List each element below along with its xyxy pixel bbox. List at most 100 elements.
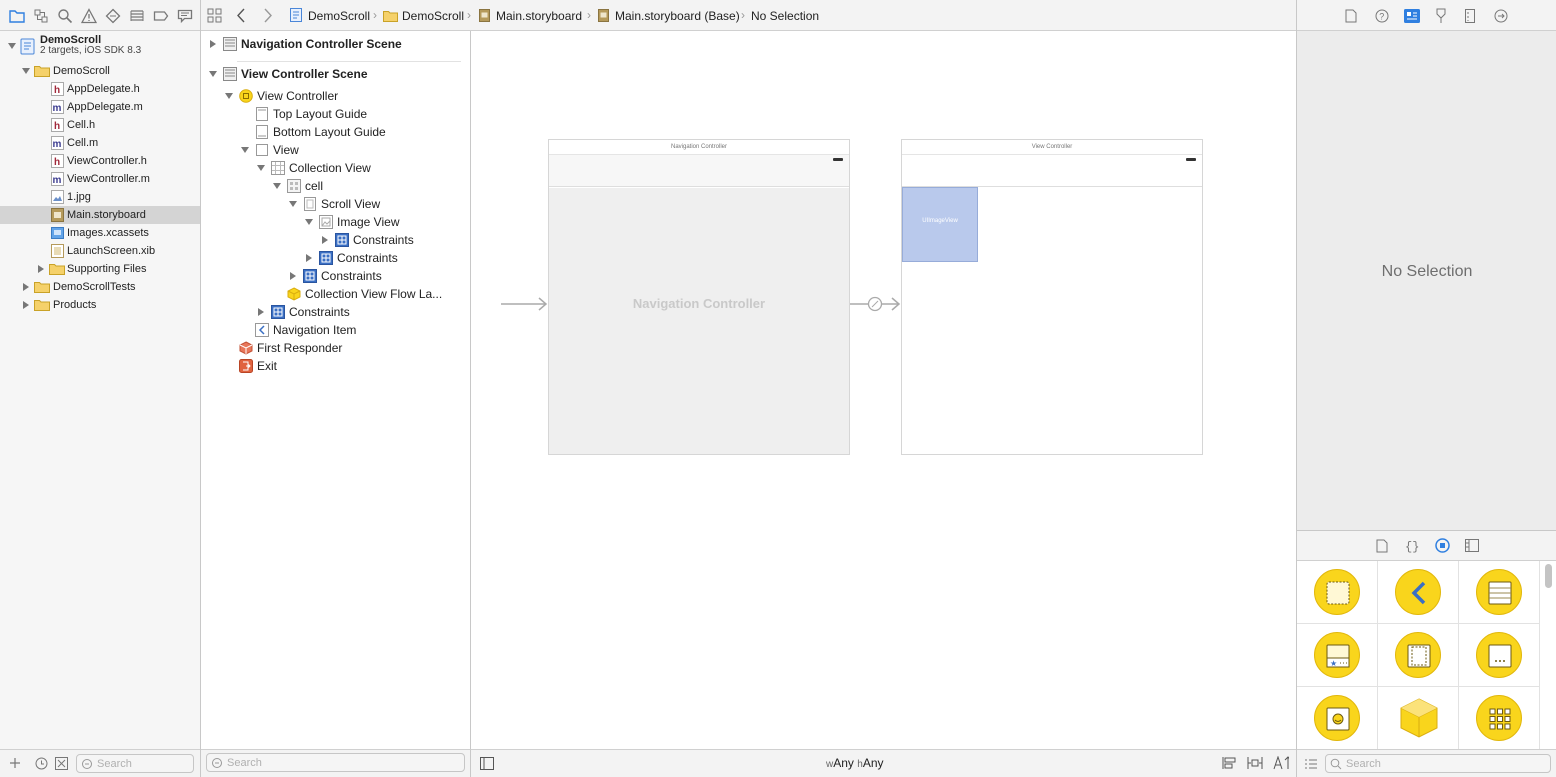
outline-row[interactable]: Image View xyxy=(201,213,469,231)
recent-files-clock-icon[interactable] xyxy=(35,757,48,770)
code-snippet-library-icon[interactable]: {} xyxy=(1405,539,1419,553)
disclosure-open-icon[interactable] xyxy=(257,164,265,172)
back-arrow-icon[interactable] xyxy=(236,8,246,23)
find-navigator-tab-icon[interactable] xyxy=(57,8,73,24)
navigator-search-input[interactable]: Search xyxy=(76,754,194,773)
related-items-grid-icon[interactable] xyxy=(207,8,222,23)
outline-row[interactable]: Constraints xyxy=(201,249,469,267)
toggle-outline-icon[interactable] xyxy=(480,757,494,770)
add-icon[interactable] xyxy=(9,757,21,769)
breakpoint-navigator-tab-icon[interactable] xyxy=(153,8,169,24)
outline-row[interactable]: Collection View xyxy=(201,159,469,177)
size-class-control[interactable]: wAny hAny xyxy=(826,756,884,770)
file-row[interactable]: m AppDelegate.m xyxy=(0,98,200,116)
library-item[interactable] xyxy=(1297,561,1378,624)
outline-row[interactable]: View Controller xyxy=(201,87,469,105)
group-row-products[interactable]: Products xyxy=(0,296,200,314)
file-row-selected[interactable]: Main.storyboard xyxy=(0,206,200,224)
outline-row[interactable]: Bottom Layout Guide xyxy=(201,123,469,141)
project-navigator-tab-icon[interactable] xyxy=(9,8,25,24)
library-item[interactable] xyxy=(1378,624,1459,687)
outline-row[interactable]: Exit xyxy=(201,357,469,375)
outline-scene-row[interactable]: Navigation Controller Scene xyxy=(201,35,469,53)
library-item[interactable]: ★ xyxy=(1297,624,1378,687)
disclosure-open-icon[interactable] xyxy=(273,182,281,190)
object-library-icon[interactable] xyxy=(1435,538,1450,553)
file-template-library-icon[interactable] xyxy=(1376,539,1388,553)
report-navigator-tab-icon[interactable] xyxy=(177,8,193,24)
disclosure-open-icon[interactable] xyxy=(22,67,30,75)
outline-row[interactable]: Navigation Item xyxy=(201,321,469,339)
list-view-toggle-icon[interactable] xyxy=(1305,759,1317,769)
file-inspector-icon[interactable] xyxy=(1345,9,1357,23)
outline-row[interactable]: Collection View Flow La... xyxy=(201,285,469,303)
jumpbar-file[interactable]: Main.storyboard xyxy=(496,9,582,23)
file-row[interactable]: m Cell.m xyxy=(0,134,200,152)
disclosure-closed-icon[interactable] xyxy=(22,301,30,309)
file-row[interactable]: 1.jpg xyxy=(0,188,200,206)
file-row[interactable]: h AppDelegate.h xyxy=(0,80,200,98)
issue-navigator-tab-icon[interactable] xyxy=(81,8,97,24)
disclosure-closed-icon[interactable] xyxy=(321,236,329,244)
disclosure-open-icon[interactable] xyxy=(225,92,233,100)
file-row[interactable]: h Cell.h xyxy=(0,116,200,134)
jumpbar-localization[interactable]: Main.storyboard (Base) xyxy=(615,9,740,23)
storyboard-canvas[interactable]: Navigation Controller Navigation Control… xyxy=(471,31,1296,749)
library-item[interactable] xyxy=(1459,624,1540,687)
outline-row[interactable]: cell xyxy=(201,177,469,195)
file-row[interactable]: h ViewController.h xyxy=(0,152,200,170)
outline-row[interactable]: Top Layout Guide xyxy=(201,105,469,123)
disclosure-closed-icon[interactable] xyxy=(289,272,297,280)
jumpbar-project[interactable]: DemoScroll xyxy=(308,9,370,23)
outline-row[interactable]: Scroll View xyxy=(201,195,469,213)
file-row[interactable]: m ViewController.m xyxy=(0,170,200,188)
forward-arrow-icon[interactable] xyxy=(263,8,273,23)
resolve-auto-layout-icon[interactable] xyxy=(1273,756,1289,770)
disclosure-closed-icon[interactable] xyxy=(257,308,265,316)
quick-help-icon[interactable]: ? xyxy=(1375,9,1389,23)
library-item[interactable] xyxy=(1297,687,1378,750)
pin-icon[interactable] xyxy=(1247,756,1263,770)
image-view-placeholder[interactable]: UIImageView xyxy=(902,187,978,262)
library-item[interactable] xyxy=(1459,687,1540,750)
size-inspector-icon[interactable] xyxy=(1465,9,1475,23)
disclosure-open-icon[interactable] xyxy=(305,218,313,226)
test-navigator-tab-icon[interactable] xyxy=(105,8,121,24)
project-row[interactable]: DemoScroll 2 targets, iOS SDK 8.3 xyxy=(0,32,200,60)
outline-row[interactable]: First Responder xyxy=(201,339,469,357)
outline-search-input[interactable]: Search xyxy=(206,753,465,772)
group-row-demoscroll[interactable]: DemoScroll xyxy=(0,62,200,80)
library-scrollbar[interactable] xyxy=(1545,564,1552,588)
group-row-supporting-files[interactable]: Supporting Files xyxy=(0,260,200,278)
navigation-controller-scene[interactable]: Navigation Controller Navigation Control… xyxy=(548,139,850,455)
file-row[interactable]: Images.xcassets xyxy=(0,224,200,242)
disclosure-open-icon[interactable] xyxy=(289,200,297,208)
outline-scene-row[interactable]: View Controller Scene xyxy=(201,65,469,83)
connections-inspector-icon[interactable] xyxy=(1494,9,1508,23)
outline-row[interactable]: Constraints xyxy=(201,267,469,285)
jumpbar-selection[interactable]: No Selection xyxy=(751,9,819,23)
library-item[interactable] xyxy=(1378,687,1459,750)
view-controller-scene[interactable]: View Controller UIImageView xyxy=(901,139,1203,455)
media-library-icon[interactable] xyxy=(1465,539,1479,552)
library-search-input[interactable]: Search xyxy=(1325,754,1551,773)
jumpbar-group[interactable]: DemoScroll xyxy=(402,9,464,23)
library-item[interactable] xyxy=(1378,561,1459,624)
identity-inspector-icon[interactable] xyxy=(1404,9,1420,23)
disclosure-open-icon[interactable] xyxy=(241,146,249,154)
debug-navigator-tab-icon[interactable] xyxy=(129,8,145,24)
disclosure-open-icon[interactable] xyxy=(209,70,217,78)
outline-row[interactable]: Constraints xyxy=(201,231,469,249)
disclosure-closed-icon[interactable] xyxy=(305,254,313,262)
library-item[interactable] xyxy=(1459,561,1540,624)
file-row[interactable]: LaunchScreen.xib xyxy=(0,242,200,260)
outline-row[interactable]: Constraints xyxy=(201,303,469,321)
relationship-segue[interactable] xyxy=(850,296,902,312)
disclosure-closed-icon[interactable] xyxy=(22,283,30,291)
disclosure-closed-icon[interactable] xyxy=(37,265,45,273)
outline-row[interactable]: View xyxy=(201,141,469,159)
symbol-navigator-tab-icon[interactable] xyxy=(33,8,49,24)
attributes-inspector-icon[interactable] xyxy=(1434,8,1448,24)
disclosure-open-icon[interactable] xyxy=(8,42,16,50)
group-row-tests[interactable]: DemoScrollTests xyxy=(0,278,200,296)
